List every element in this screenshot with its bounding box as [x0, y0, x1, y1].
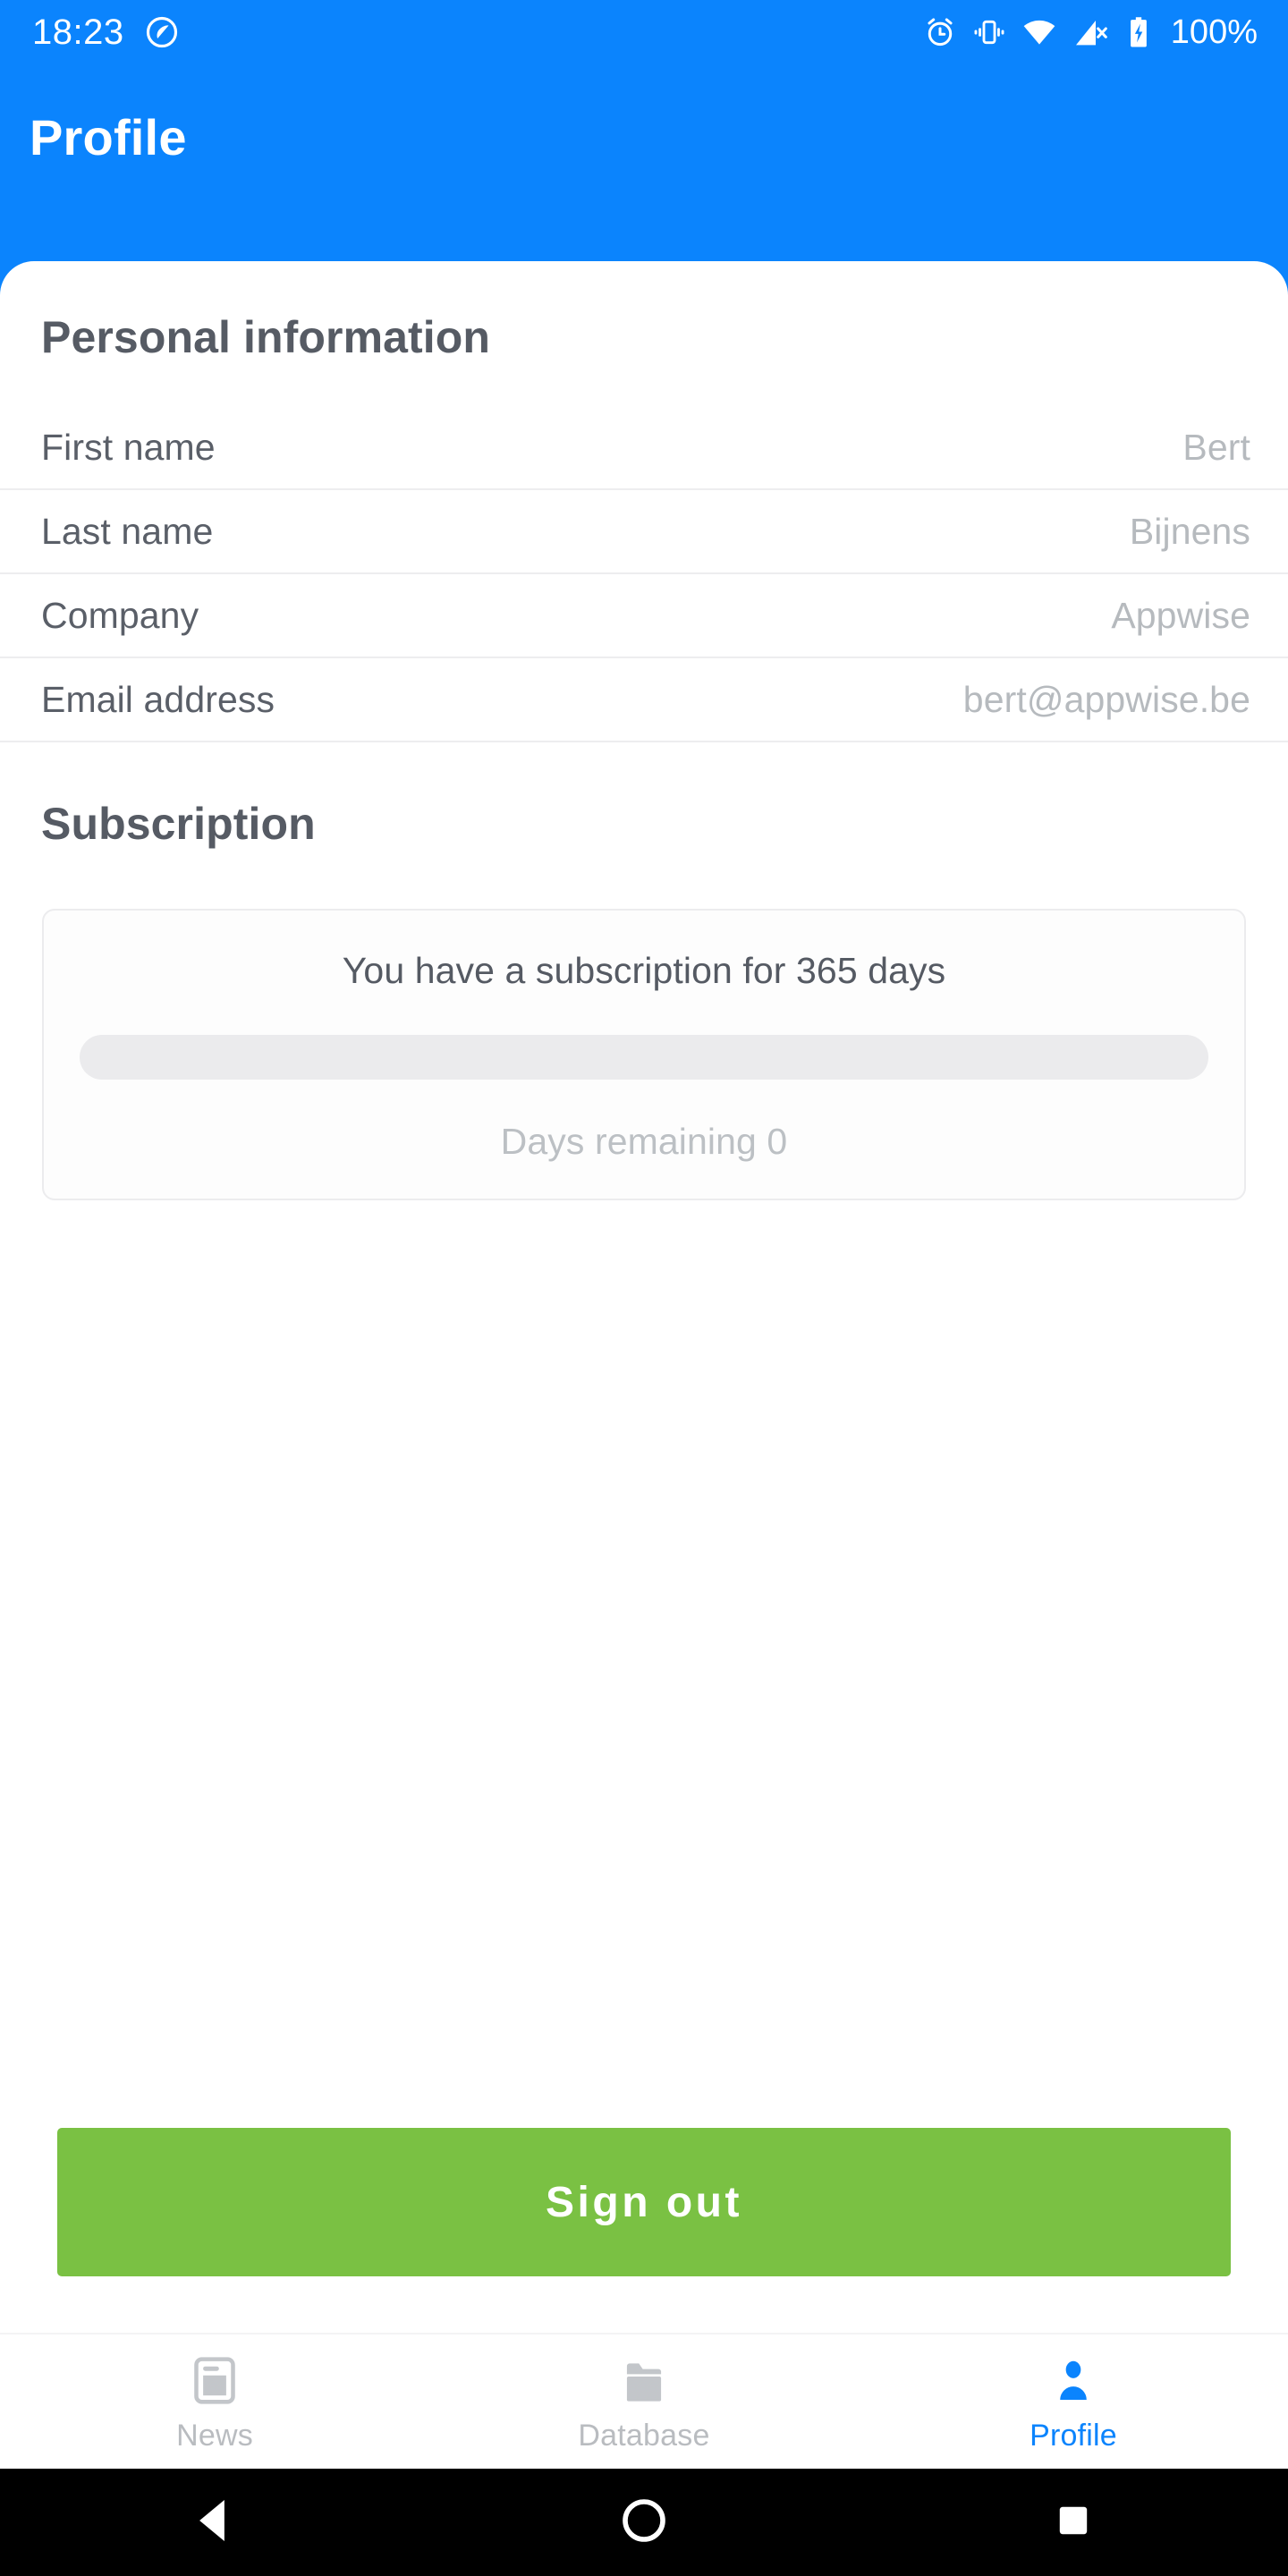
- person-icon: [1047, 2352, 1099, 2408]
- table-row[interactable]: Email address bert@appwise.be: [0, 658, 1288, 742]
- row-value: bert@appwise.be: [962, 678, 1250, 720]
- row-label: Email address: [41, 678, 275, 720]
- page-title: Profile: [30, 109, 187, 165]
- personal-information-list: First name Bert Last name Bijnens Compan…: [0, 406, 1288, 742]
- battery-charging-icon: [1123, 15, 1154, 49]
- battery-percentage: 100%: [1170, 13, 1258, 51]
- days-remaining-label: Days remaining 0: [500, 1121, 788, 1162]
- row-value: Bijnens: [1129, 510, 1250, 552]
- android-navigation-bar: [0, 2469, 1288, 2576]
- subscription-progress-bar: [80, 1035, 1208, 1080]
- recents-square-icon: [1052, 2499, 1095, 2546]
- phone-screen: 18:23 100% Profile Personal information …: [0, 0, 1288, 2576]
- nav-item-database[interactable]: Database: [429, 2334, 859, 2469]
- row-label: Company: [41, 594, 199, 636]
- table-row[interactable]: Company Appwise: [0, 574, 1288, 658]
- location-circle-icon: [144, 14, 180, 50]
- wifi-icon: [1021, 14, 1057, 50]
- content-sheet: Personal information First name Bert Las…: [0, 261, 1288, 2469]
- subscription-card: You have a subscription for 365 days Day…: [42, 909, 1246, 1200]
- nav-label-database: Database: [578, 2419, 710, 2453]
- folder-icon: [618, 2352, 670, 2408]
- nav-item-news[interactable]: News: [0, 2334, 429, 2469]
- row-label: First name: [41, 426, 216, 468]
- row-value: Bert: [1182, 426, 1250, 468]
- table-row[interactable]: Last name Bijnens: [0, 490, 1288, 574]
- status-bar-left: 18:23: [32, 14, 180, 50]
- app-bar: Profile: [0, 64, 1288, 261]
- news-icon: [189, 2352, 241, 2408]
- nav-label-news: News: [176, 2419, 253, 2453]
- subscription-headline: You have a subscription for 365 days: [342, 950, 946, 991]
- back-triangle-icon: [191, 2493, 238, 2553]
- signal-off-icon: [1072, 14, 1108, 50]
- subscription-heading: Subscription: [41, 799, 316, 849]
- android-recents-button[interactable]: [859, 2499, 1288, 2546]
- row-value: Appwise: [1111, 594, 1250, 636]
- personal-information-heading: Personal information: [41, 312, 491, 362]
- row-label: Last name: [41, 510, 214, 552]
- nav-item-profile[interactable]: Profile: [859, 2334, 1288, 2469]
- home-circle-icon: [619, 2496, 669, 2550]
- alarm-icon: [923, 15, 957, 49]
- table-row[interactable]: First name Bert: [0, 406, 1288, 490]
- status-bar-right: 100%: [923, 14, 1258, 50]
- status-clock: 18:23: [32, 13, 124, 52]
- android-back-button[interactable]: [0, 2493, 429, 2553]
- nav-label-profile: Profile: [1030, 2419, 1117, 2453]
- sign-out-button[interactable]: Sign out: [57, 2128, 1231, 2276]
- android-home-button[interactable]: [429, 2496, 859, 2550]
- vibrate-icon: [972, 15, 1006, 49]
- bottom-navigation: News Database Profile: [0, 2333, 1288, 2469]
- sign-out-area: Sign out: [0, 2128, 1288, 2333]
- status-bar: 18:23 100%: [0, 0, 1288, 64]
